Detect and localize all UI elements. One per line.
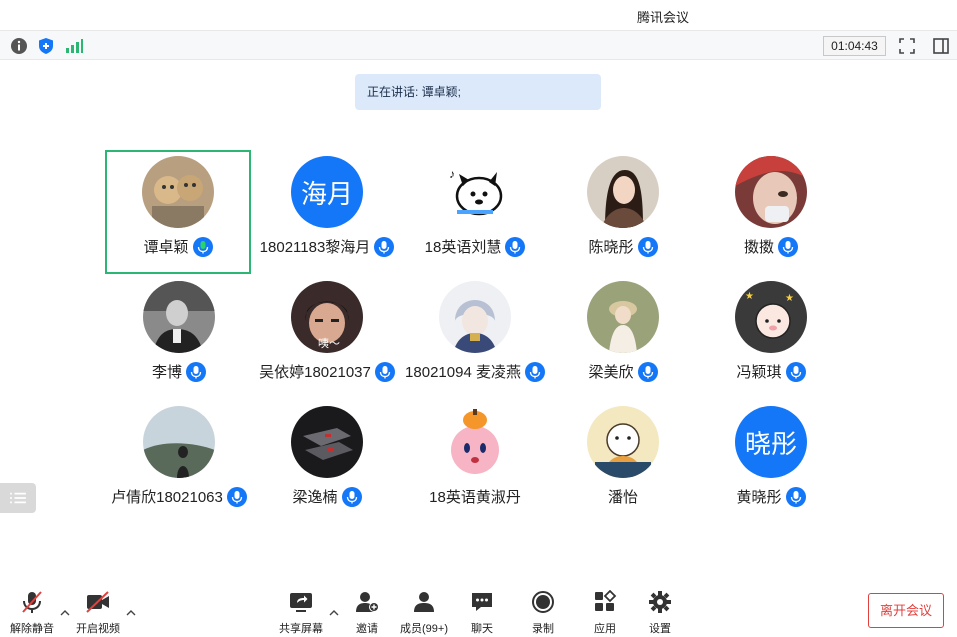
video-off-icon	[86, 591, 109, 613]
bottom-toolbar: 解除静音 开启视频 共享屏幕 邀请 成员(99+) 聊天 录制 应用 设置	[0, 582, 957, 637]
settings-label: 设置	[649, 623, 671, 635]
participant-tile[interactable]: 擞擞	[698, 150, 844, 274]
avatar	[439, 281, 511, 353]
avatar: 晓彤	[735, 406, 807, 478]
fullscreen-icon[interactable]	[897, 36, 917, 56]
avatar: ★ ★	[735, 281, 807, 353]
mic-icon	[341, 486, 362, 507]
svg-text:★: ★	[785, 293, 794, 304]
avatar: 咦～	[291, 281, 363, 353]
participant-name: 陈晓彤	[588, 239, 634, 256]
info-bar: 01:04:43	[0, 30, 957, 60]
gear-icon	[649, 591, 671, 613]
layout-list-toggle[interactable]	[0, 483, 36, 513]
participant-name: 擞擞	[743, 239, 774, 256]
avatar	[735, 156, 807, 228]
participant-name: 梁美欣	[588, 364, 634, 381]
meeting-timer: 01:04:43	[823, 36, 886, 56]
start-video-button[interactable]: 开启视频	[68, 590, 128, 635]
unmute-button[interactable]: 解除静音	[2, 590, 62, 635]
svg-text:咦～: 咦～	[318, 336, 340, 350]
apps-label: 应用	[594, 623, 616, 635]
sidebar-toggle-icon[interactable]	[931, 36, 951, 56]
apps-icon	[595, 590, 617, 611]
participant-tile[interactable]: 晓彤 黄晓彤	[698, 400, 844, 524]
participant-tile[interactable]: ★ ★ 冯颖琪	[698, 275, 844, 399]
avatar	[587, 156, 659, 228]
participant-name: 18英语刘慧	[424, 239, 502, 256]
chat-icon	[472, 593, 492, 611]
avatar	[587, 406, 659, 478]
start-video-label: 开启视频	[76, 623, 120, 635]
avatar: 海月	[291, 156, 363, 228]
chat-label: 聊天	[471, 623, 493, 635]
mic-active-icon	[192, 236, 213, 257]
participant-name: 黄晓彤	[736, 489, 782, 506]
participant-name: 冯颖琪	[736, 364, 782, 381]
add-user-icon	[356, 592, 379, 612]
svg-text:♪: ♪	[449, 167, 455, 181]
invite-button[interactable]: 邀请	[337, 590, 397, 635]
mic-icon	[778, 236, 798, 257]
participant-name: 李博	[151, 364, 182, 381]
window-title: 腾讯会议	[636, 10, 689, 25]
title-bar: 腾讯会议	[0, 0, 957, 30]
list-icon	[10, 492, 26, 504]
apps-button[interactable]: 应用	[575, 590, 635, 635]
signal-strength-icon[interactable]	[64, 36, 84, 56]
avatar	[142, 156, 214, 228]
mic-icon	[785, 361, 806, 382]
invite-label: 邀请	[356, 623, 378, 635]
svg-text:★: ★	[745, 291, 754, 302]
mic-icon	[186, 361, 206, 382]
record-label: 录制	[532, 623, 554, 635]
participant-name: 18英语黄淑丹	[429, 489, 521, 506]
info-icon[interactable]	[9, 36, 29, 56]
video-options-caret-icon[interactable]	[126, 604, 136, 616]
avatar	[439, 406, 511, 478]
avatar	[143, 281, 215, 353]
leave-meeting-button[interactable]: 离开会议	[868, 593, 944, 628]
participant-name: 潘怡	[607, 489, 638, 506]
share-screen-label: 共享屏幕	[279, 623, 323, 635]
members-icon	[414, 592, 434, 612]
mic-icon	[785, 486, 806, 507]
security-shield-icon[interactable]	[36, 36, 56, 56]
participant-name: 吴依婷18021037	[259, 364, 371, 381]
unmute-label: 解除静音	[10, 623, 54, 635]
mic-icon	[637, 361, 658, 382]
members-label: 成员(99+)	[400, 623, 448, 635]
avatar	[143, 406, 215, 478]
participant-name: 18021094 麦凌燕	[405, 364, 521, 381]
record-button[interactable]: 录制	[513, 590, 573, 635]
members-button[interactable]: 成员(99+)	[394, 590, 454, 635]
speaking-banner: 正在讲话: 谭卓颖;	[355, 74, 601, 110]
record-icon	[532, 591, 554, 613]
participant-name: 梁逸楠	[292, 489, 338, 506]
participant-name: 18021183黎海月	[259, 239, 371, 256]
participant-name: 谭卓颖	[143, 239, 189, 256]
avatar	[291, 406, 363, 478]
mic-muted-icon	[22, 591, 42, 613]
share-screen-button[interactable]: 共享屏幕	[271, 590, 331, 635]
participant-name: 卢倩欣18021063	[111, 489, 223, 506]
chat-button[interactable]: 聊天	[452, 590, 512, 635]
meeting-window: 腾讯会议 01:04:43 正在讲话: 谭卓颖; 谭卓颖 海月 18021183…	[0, 0, 957, 637]
mic-icon	[637, 236, 658, 257]
avatar	[587, 281, 659, 353]
avatar: ♪	[439, 156, 511, 228]
share-screen-icon	[290, 593, 312, 612]
settings-button[interactable]: 设置	[630, 590, 690, 635]
